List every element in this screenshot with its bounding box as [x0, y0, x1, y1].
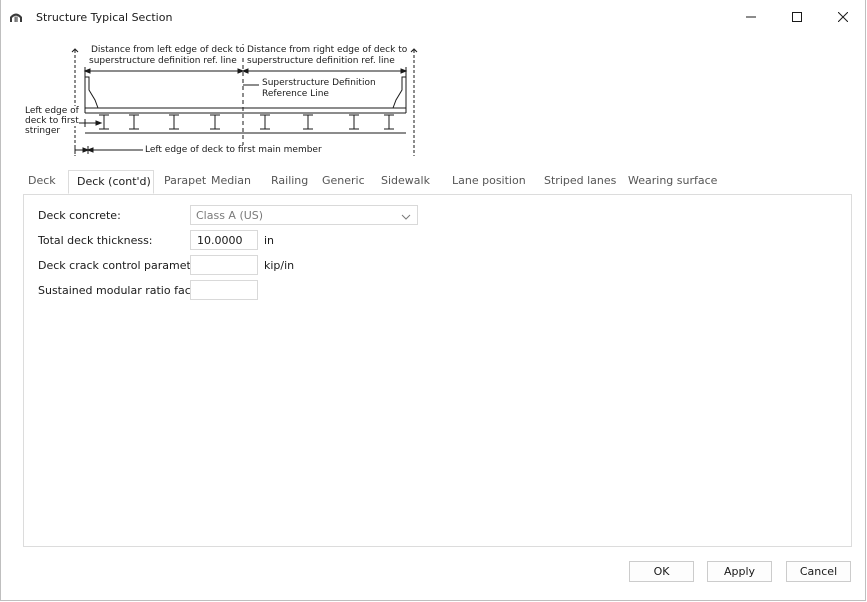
close-icon: [838, 12, 848, 22]
total-deck-thickness-value: 10.0000: [197, 234, 243, 247]
deck-concrete-label: Deck concrete:: [38, 209, 121, 222]
window-title: Structure Typical Section: [36, 11, 173, 24]
typical-section-diagram: Distance from left edge of deck to super…: [25, 44, 436, 162]
label-stringer-3: stringer: [25, 126, 61, 136]
deck-crack-control-label: Deck crack control parameter:: [38, 259, 206, 272]
close-button[interactable]: [820, 0, 866, 34]
bridge-icon: [9, 11, 23, 23]
total-deck-thickness-input[interactable]: 10.0000: [190, 230, 258, 250]
deck-concrete-select[interactable]: Class A (US): [190, 205, 418, 225]
total-deck-thickness-label: Total deck thickness:: [38, 234, 153, 247]
ok-button[interactable]: OK: [629, 561, 694, 582]
tab-deck[interactable]: Deck: [28, 171, 56, 193]
sustained-modular-ratio-input[interactable]: [190, 280, 258, 300]
total-deck-thickness-unit: in: [264, 234, 275, 247]
label-ref-line-1: Superstructure Definition: [262, 78, 376, 88]
label-first-main-member: Left edge of deck to first main member: [145, 145, 322, 155]
minimize-button[interactable]: [728, 0, 774, 34]
tab-sidewalk[interactable]: Sidewalk: [381, 171, 430, 193]
deck-concrete-value: Class A (US): [196, 209, 264, 222]
tab-median[interactable]: Median: [211, 171, 251, 193]
label-stringer-1: Left edge of: [25, 106, 79, 116]
apply-button[interactable]: Apply: [707, 561, 772, 582]
minimize-icon: [746, 16, 756, 18]
label-stringer-2: deck to first: [25, 116, 79, 126]
tab-parapet[interactable]: Parapet: [164, 171, 206, 193]
label-ref-line-2: Reference Line: [262, 89, 329, 99]
tab-deck-contd[interactable]: Deck (cont'd): [68, 170, 154, 194]
label-left-distance-1: Distance from left edge of deck to: [91, 45, 245, 55]
deck-crack-control-input[interactable]: [190, 255, 258, 275]
tab-railing[interactable]: Railing: [271, 171, 308, 193]
tab-wearing-surface[interactable]: Wearing surface: [628, 171, 717, 193]
label-left-distance-2: superstructure definition ref. line: [89, 56, 237, 66]
label-right-distance-1: Distance from right edge of deck to: [247, 45, 408, 55]
tab-lane-position[interactable]: Lane position: [452, 171, 526, 193]
sustained-modular-ratio-label: Sustained modular ratio factor:: [38, 284, 210, 297]
title-bar: Structure Typical Section: [1, 0, 867, 34]
label-right-distance-2: superstructure definition ref. line: [247, 56, 395, 66]
maximize-button[interactable]: [774, 0, 820, 34]
chevron-down-icon: [401, 211, 411, 224]
cancel-button[interactable]: Cancel: [786, 561, 851, 582]
maximize-icon: [792, 12, 802, 22]
deck-crack-control-unit: kip/in: [264, 259, 295, 272]
tab-generic[interactable]: Generic: [322, 171, 365, 193]
dialog-window: Structure Typical Section Distance from …: [0, 0, 866, 601]
tab-striped-lanes[interactable]: Striped lanes: [544, 171, 616, 193]
